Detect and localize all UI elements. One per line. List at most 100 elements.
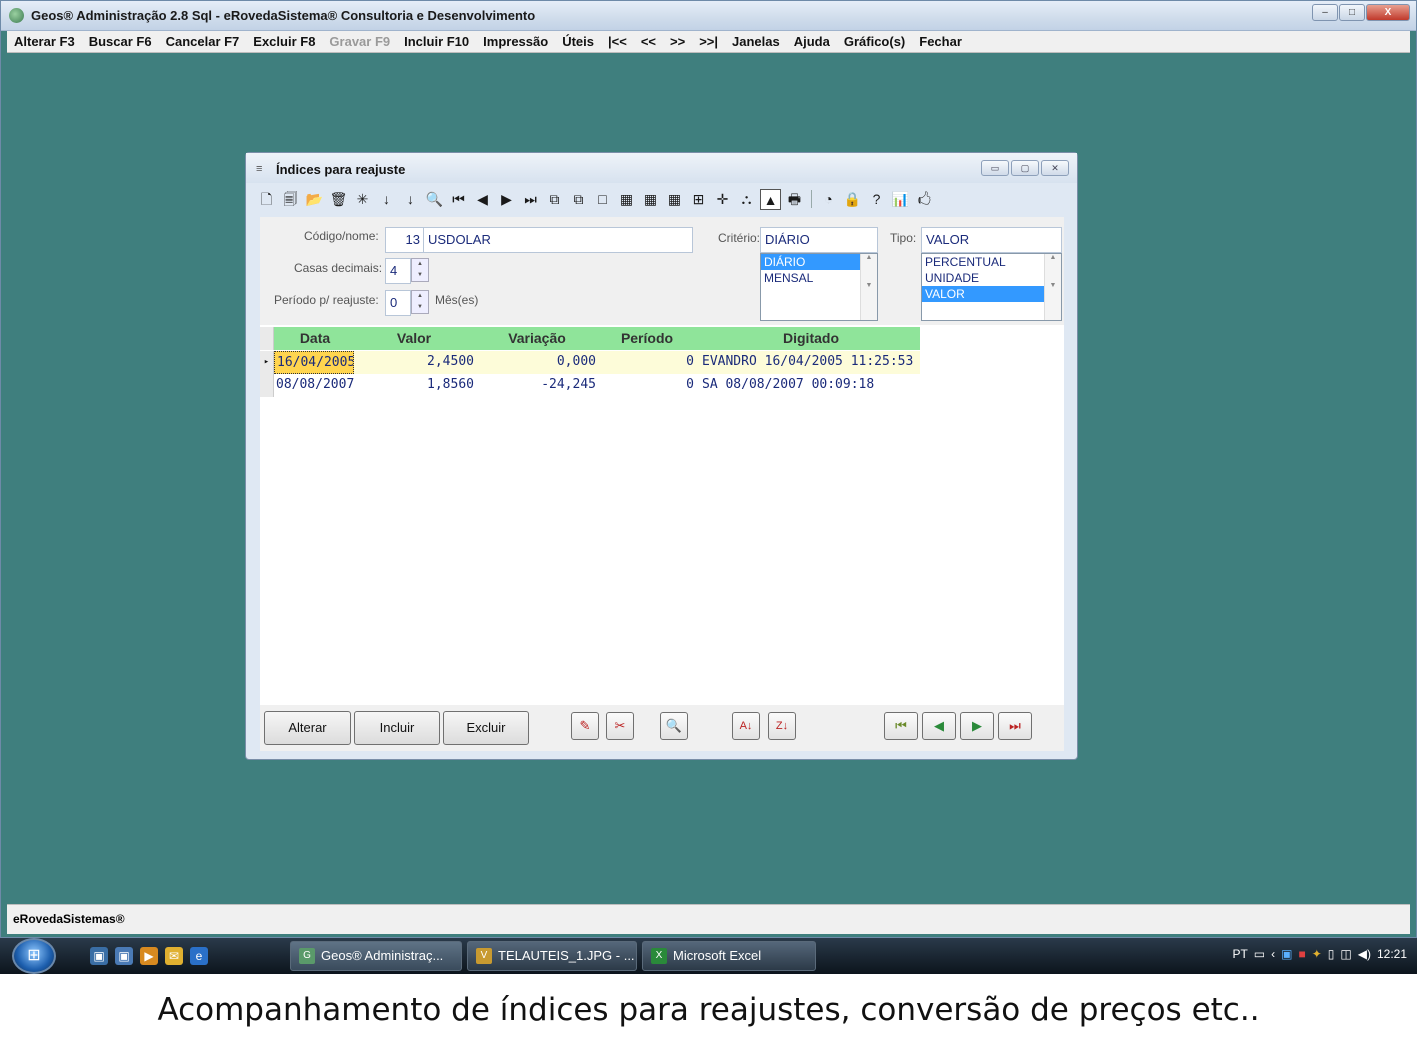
network-icon[interactable]: ▣ (1281, 947, 1292, 961)
duplicate-icon[interactable]: ⧉ (568, 189, 589, 210)
cell-valor[interactable]: 2,4500 (354, 351, 478, 374)
criterio-listbox[interactable]: DIÁRIO MENSAL ▲ ▼ (760, 253, 878, 321)
menu-first[interactable]: |<< (601, 34, 634, 49)
filter-icon[interactable]: ⛬ (736, 189, 757, 210)
cell-periodo[interactable]: 0 (600, 351, 698, 374)
child-minimize-button[interactable]: ▭ (981, 160, 1009, 176)
trash-icon[interactable]: 🗑 (328, 189, 349, 210)
start-button[interactable]: ⊞ (12, 938, 56, 974)
child-maximize-button[interactable]: ▢ (1011, 160, 1039, 176)
nav-first-icon[interactable]: ⏮ (884, 712, 918, 740)
add-field-icon[interactable]: ✛ (712, 189, 733, 210)
menu-prev[interactable]: << (634, 34, 663, 49)
taskbar-item-excel[interactable]: X Microsoft Excel (642, 941, 816, 971)
casas-decimais-spinner[interactable]: ▲ ▼ (411, 258, 429, 282)
first-record-icon[interactable]: ⏮ (448, 189, 469, 210)
criterio-field[interactable]: DIÁRIO (760, 227, 878, 253)
grid-view-icon[interactable]: ▦ (616, 189, 637, 210)
prev-record-icon[interactable]: ◀ (472, 189, 493, 210)
cell-data[interactable]: 16/04/2005 (274, 351, 354, 374)
sort-asc-icon[interactable]: A↓ (732, 712, 760, 740)
calculator-icon[interactable]: ⊞ (688, 189, 709, 210)
close-button[interactable]: X (1366, 4, 1410, 21)
cell-valor[interactable]: 1,8560 (354, 374, 478, 397)
menu-fechar[interactable]: Fechar (912, 34, 969, 49)
copy-record-icon[interactable]: 🗐 (280, 189, 301, 210)
criterio-scrollbar[interactable]: ▲ ▼ (860, 254, 877, 320)
antivirus-icon[interactable]: ■ (1298, 947, 1305, 961)
cell-digitado[interactable]: SA 08/08/2007 00:09:18 (698, 374, 920, 397)
menu-next[interactable]: >> (663, 34, 692, 49)
nav-prev-icon[interactable]: ◀ (922, 712, 956, 740)
tipo-option-unidade[interactable]: UNIDADE (922, 270, 1061, 286)
alterar-button[interactable]: Alterar (264, 711, 351, 745)
tipo-option-valor[interactable]: VALOR (922, 286, 1061, 302)
menu-alterar[interactable]: Alterar F3 (7, 34, 82, 49)
switch-windows-icon[interactable]: ▣ (115, 947, 133, 965)
tipo-field[interactable]: VALOR (921, 227, 1062, 253)
taskbar-item-geos[interactable]: G Geos® Administraç... (290, 941, 462, 971)
exit-icon[interactable]: 🖒 (914, 189, 935, 210)
codigo-field[interactable]: 13 (385, 227, 425, 253)
child-close-button[interactable]: ✕ (1041, 160, 1069, 176)
sort-za-icon[interactable]: ↓ (376, 189, 397, 210)
nav-next-icon[interactable]: ▶ (960, 712, 994, 740)
lock-icon[interactable]: 🔒 (842, 189, 863, 210)
menu-uteis[interactable]: Úteis (555, 34, 601, 49)
nav-last-icon[interactable]: ⏭ (998, 712, 1032, 740)
cell-variacao[interactable]: -24,245 (478, 374, 600, 397)
minimize-button[interactable]: – (1312, 4, 1338, 21)
new-icon[interactable]: 🗋 (256, 189, 277, 210)
menu-cancelar[interactable]: Cancelar F7 (159, 34, 247, 49)
windows-icon[interactable]: ⧉ (544, 189, 565, 210)
col-header-periodo[interactable]: Período (600, 327, 698, 350)
menu-last[interactable]: >>| (692, 34, 725, 49)
edit-wand-icon[interactable]: ✎ (571, 712, 599, 740)
last-record-icon[interactable]: ⏭ (520, 189, 541, 210)
periodo-spinner[interactable]: ▲ ▼ (411, 290, 429, 314)
excluir-button[interactable]: Excluir (443, 711, 529, 745)
tray-expand-icon[interactable]: ‹ (1271, 947, 1275, 961)
table-icon[interactable]: ▦ (640, 189, 661, 210)
chart-icon[interactable]: 📊 (890, 189, 911, 210)
tipo-listbox[interactable]: PERCENTUAL UNIDADE VALOR ▲ ▼ (921, 253, 1062, 321)
spreadsheet-icon[interactable]: ▦ (664, 189, 685, 210)
col-header-data[interactable]: Data (274, 327, 354, 350)
sort-az-icon[interactable]: ↓ (400, 189, 421, 210)
tray-app-icon[interactable]: ✦ (1312, 947, 1322, 961)
col-header-valor[interactable]: Valor (354, 327, 478, 350)
clock[interactable]: 12:21 (1377, 947, 1407, 961)
sort-desc-icon[interactable]: Z↓ (768, 712, 796, 740)
help-icon[interactable]: ? (866, 189, 887, 210)
cut-icon[interactable]: ✂ (606, 712, 634, 740)
menu-excluir[interactable]: Excluir F8 (246, 34, 322, 49)
clear-icon[interactable]: ✳ (352, 189, 373, 210)
next-record-icon[interactable]: ▶ (496, 189, 517, 210)
language-indicator[interactable]: PT (1232, 947, 1247, 961)
incluir-button[interactable]: Incluir (354, 711, 440, 745)
keyboard-icon[interactable]: ▭ (1254, 947, 1265, 961)
show-desktop-icon[interactable]: ▣ (90, 947, 108, 965)
menu-incluir[interactable]: Incluir F10 (397, 34, 476, 49)
col-header-digitado[interactable]: Digitado (698, 327, 920, 350)
tipo-option-percentual[interactable]: PERCENTUAL (922, 254, 1061, 270)
col-header-variacao[interactable]: Variação (478, 327, 600, 350)
periodo-field[interactable]: 0 (385, 290, 411, 316)
nome-field[interactable]: USDOLAR (423, 227, 693, 253)
connection-icon[interactable]: ◫ (1340, 947, 1351, 961)
search-button-icon[interactable]: 🔍 (660, 712, 688, 740)
menu-impressao[interactable]: Impressão (476, 34, 555, 49)
table-row[interactable]: 08/08/2007 1,8560 -24,245 0 SA 08/08/200… (260, 374, 920, 397)
cell-variacao[interactable]: 0,000 (478, 351, 600, 374)
search-icon[interactable]: 🔍 (424, 189, 445, 210)
highlight-icon[interactable]: ▲ (760, 188, 781, 210)
menu-ajuda[interactable]: Ajuda (787, 34, 837, 49)
media-player-icon[interactable]: ▶ (140, 947, 158, 965)
casas-decimais-field[interactable]: 4 (385, 258, 411, 284)
clock-icon[interactable]: ◔ (818, 189, 839, 210)
blank-form-icon[interactable]: □ (592, 189, 613, 210)
browser-icon[interactable]: e (190, 947, 208, 965)
menu-gravar[interactable]: Gravar F9 (322, 34, 397, 49)
menu-janelas[interactable]: Janelas (725, 34, 787, 49)
cell-periodo[interactable]: 0 (600, 374, 698, 397)
